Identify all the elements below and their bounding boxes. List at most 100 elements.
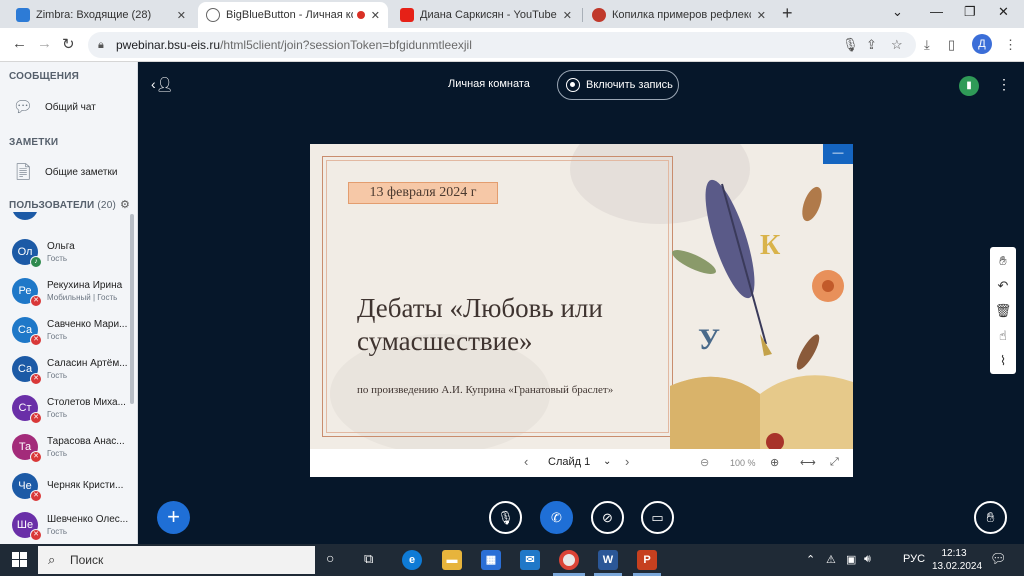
avatar: Ст ✕ <box>12 395 42 424</box>
trash-icon[interactable]: 🗑︎ <box>990 303 1016 319</box>
close-window-icon[interactable]: ✕ <box>998 4 1009 20</box>
quill-and-book-illustration: К У <box>670 179 853 449</box>
mic-muted-icon: ✕ <box>30 412 42 424</box>
sidepanel-icon[interactable]: ▯ <box>948 37 955 53</box>
notifications-icon[interactable]: 💬︎ <box>990 551 1007 567</box>
user-list-item[interactable]: Ст ✕ Столетов Миха... Гость <box>0 388 130 428</box>
multi-user-whiteboard-icon[interactable]: ☝︎ <box>990 328 1016 344</box>
actions-plus-button[interactable]: + <box>157 501 190 534</box>
connection-status-icon[interactable]: ▮ <box>959 76 979 96</box>
minimize-icon[interactable]: — <box>930 4 943 19</box>
next-slide-icon[interactable]: › <box>625 454 629 469</box>
zoom-out-icon[interactable]: ⊖ <box>700 456 709 469</box>
unmute-microphone-button[interactable]: 🎙︎ <box>489 501 522 534</box>
avatar-initials: Че <box>18 480 32 492</box>
fullscreen-icon[interactable]: ⤢ <box>830 456 839 469</box>
network-icon[interactable]: ⚠ <box>826 553 836 566</box>
back-icon[interactable]: ← <box>12 35 27 52</box>
prev-slide-icon[interactable]: ‹ <box>524 454 528 469</box>
minimize-presentation-button[interactable]: — <box>823 144 853 164</box>
slide-selector[interactable]: Слайд 1 <box>548 456 590 468</box>
leaf-dark <box>796 334 820 370</box>
word-icon[interactable]: W <box>598 550 618 570</box>
profile-avatar[interactable]: Д <box>972 34 992 54</box>
task-view-icon[interactable]: ⧉ <box>364 551 373 567</box>
user-name: Тарасова Анас... <box>47 436 125 447</box>
chevron-down-icon[interactable]: ⌄ <box>892 4 903 20</box>
browser-tab-youtube[interactable]: Диана Саркисян - YouTube ✕ <box>392 2 580 28</box>
raise-hand-button[interactable]: ✋︎ <box>974 501 1007 534</box>
clock-time: 12:13 <box>941 548 967 559</box>
system-clock[interactable]: 12:13 13.02.2024 <box>932 547 982 573</box>
shared-notes-item[interactable]: 📄︎ Общие заметки <box>0 158 137 186</box>
share-webcam-button[interactable]: ⊘ <box>591 501 624 534</box>
avatar: Са ✕ <box>12 317 42 346</box>
url-path: /html5client/join?sessionToken=bfgidunmt… <box>220 38 472 52</box>
user-list-item[interactable]: Са ✕ Савченко Мари... Гость <box>0 310 130 350</box>
fit-width-icon[interactable]: ⟷ <box>800 456 816 469</box>
cortana-icon[interactable]: ○ <box>326 550 334 566</box>
close-icon[interactable]: ✕ <box>563 9 572 22</box>
room-title: Личная комната <box>448 78 530 90</box>
quill-feather <box>705 179 755 299</box>
mic-muted-icon: ✕ <box>30 295 42 307</box>
voice-status-icon: ♪ <box>30 256 42 268</box>
edge-icon[interactable]: e <box>402 550 422 570</box>
mail-icon[interactable]: ✉ <box>520 550 540 570</box>
volume-icon[interactable]: 🔊︎ <box>864 553 871 566</box>
share-screen-button[interactable]: ▭ <box>641 501 674 534</box>
microphone-icon[interactable]: 🎙︎ <box>842 37 859 53</box>
start-recording-button[interactable]: Включить запись <box>557 70 679 100</box>
pan-hand-icon[interactable]: ✋︎ <box>990 253 1016 269</box>
user-list-scrollbar[interactable] <box>130 214 134 404</box>
restore-icon[interactable]: ❐ <box>964 4 976 20</box>
avatar-initials: Ше <box>16 519 34 531</box>
user-list-item[interactable]: Ше ✕ Шевченко Олес... Гость <box>0 505 130 542</box>
user-list-item[interactable]: Та ✕ Тарасова Анас... Гость <box>0 427 130 467</box>
display-icon[interactable]: ▣ <box>846 553 856 566</box>
chrome-icon[interactable] <box>559 550 579 570</box>
browser-menu-icon[interactable]: ⋮ <box>1004 37 1017 53</box>
undo-icon[interactable]: ↶ <box>990 278 1016 294</box>
new-tab-button[interactable]: + <box>782 3 793 24</box>
line-chart-icon[interactable]: ⌇ <box>990 353 1016 369</box>
user-role: Гость <box>47 527 68 536</box>
zimbra-icon <box>16 8 30 22</box>
browser-tab-zimbra[interactable]: Zimbra: Входящие (28) ✕ <box>8 2 194 28</box>
forward-icon[interactable]: → <box>37 35 52 52</box>
taskbar-search-box[interactable]: ⌕ Поиск <box>38 546 315 574</box>
input-language[interactable]: РУС <box>903 553 925 565</box>
chevron-down-icon[interactable]: ⌄ <box>603 456 611 467</box>
lock-icon: 🔒︎ <box>98 39 104 51</box>
user-list-item[interactable]: Са ✕ Саласин Артём... Гость <box>0 349 130 389</box>
user-role: Гость <box>47 371 68 380</box>
user-list: Ол ♪ Ольга Гость Ре ✕ Рекухина Ирина Мобил… <box>0 212 130 542</box>
store-icon[interactable]: ▦ <box>481 550 501 570</box>
close-icon[interactable]: ✕ <box>757 9 766 22</box>
users-title: ПОЛЬЗОВАТЕЛИ <box>9 200 95 211</box>
chat-bubble-icon: 💬︎ <box>12 99 34 116</box>
user-role: Гость <box>47 332 68 341</box>
windows-start-icon[interactable] <box>12 552 28 568</box>
close-icon[interactable]: ✕ <box>371 9 380 22</box>
public-chat-item[interactable]: 💬︎ Общий чат <box>0 93 137 121</box>
options-menu-icon[interactable]: ⋮ <box>997 76 1011 93</box>
reload-icon[interactable]: ↻ <box>62 35 75 53</box>
tray-chevron-up-icon[interactable]: ⌃ <box>806 553 815 566</box>
toggle-userlist-icon[interactable]: ‹👤︎ <box>151 76 173 93</box>
gear-icon[interactable]: ⚙ <box>120 198 130 211</box>
user-list-item[interactable]: Че ✕ Черняк Кристи... <box>0 466 130 506</box>
address-bar[interactable]: 🔒︎ pwebinar.bsu-eis.ru/html5client/join?… <box>88 32 916 58</box>
browser-tab-bigbluebutton[interactable]: BigBlueButton - Личная ком ✕ <box>198 2 388 28</box>
user-list-item[interactable]: Ол ♪ Ольга Гость <box>0 232 130 272</box>
bookmark-star-icon[interactable]: ☆ <box>891 37 903 53</box>
share-icon[interactable]: ⇪ <box>866 37 877 53</box>
close-icon[interactable]: ✕ <box>177 9 186 22</box>
download-icon[interactable]: ⤓ <box>924 37 930 53</box>
powerpoint-icon[interactable]: P <box>637 550 657 570</box>
zoom-in-icon[interactable]: ⊕ <box>770 456 779 469</box>
browser-tab-kopilka[interactable]: Копилка примеров рефлекси ✕ <box>584 2 774 28</box>
leave-audio-button[interactable]: ✆ <box>540 501 573 534</box>
file-explorer-icon[interactable]: ▬ <box>442 550 462 570</box>
user-list-item[interactable]: Ре ✕ Рекухина Ирина Мобильный | Гость <box>0 271 130 311</box>
